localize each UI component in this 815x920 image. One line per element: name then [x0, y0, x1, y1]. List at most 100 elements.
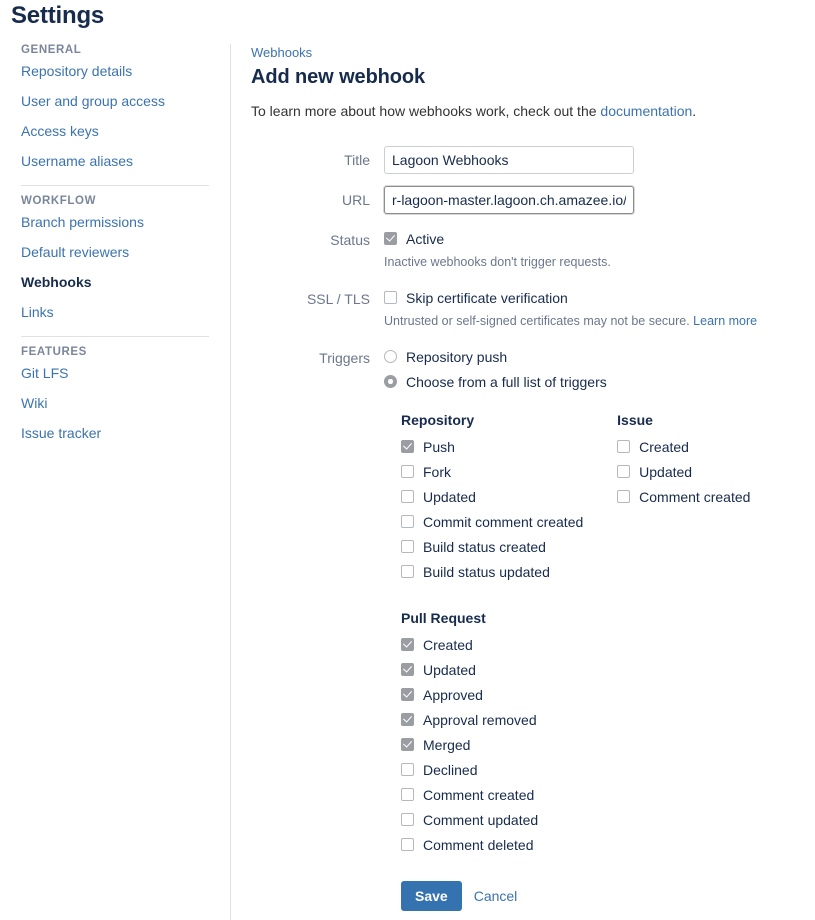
sidebar-item-repository-details[interactable]: Repository details — [0, 56, 230, 86]
webhook-form: Title URL Status Active Inactive webhook… — [251, 146, 811, 911]
repository-trigger-checkbox-fork[interactable] — [401, 465, 414, 478]
trigger-radio-row-repository-push[interactable]: Repository push — [384, 344, 811, 369]
ssl-label: SSL / TLS — [251, 285, 384, 313]
triggers-radio-group: Repository push Choose from a full list o… — [384, 344, 811, 394]
sidebar-group-heading: GENERAL — [0, 44, 230, 56]
ssl-helper-body: Untrusted or self-signed certificates ma… — [384, 314, 693, 328]
repository-trigger-row-build-status-updated[interactable]: Build status updated — [401, 559, 617, 584]
repository-trigger-row-updated[interactable]: Updated — [401, 484, 617, 509]
pull-request-trigger-row-declined[interactable]: Declined — [401, 757, 617, 782]
sidebar-item-webhooks[interactable]: Webhooks — [0, 267, 230, 297]
title-label: Title — [251, 146, 384, 174]
sidebar-item-issue-tracker[interactable]: Issue tracker — [0, 418, 230, 448]
repository-trigger-label-updated[interactable]: Updated — [423, 489, 476, 505]
pull-request-trigger-row-comment-created[interactable]: Comment created — [401, 782, 617, 807]
pull-request-trigger-checkbox-created[interactable] — [401, 638, 414, 651]
pull-request-trigger-label-merged[interactable]: Merged — [423, 737, 470, 753]
repository-trigger-checkbox-push[interactable] — [401, 440, 414, 453]
issue-trigger-label-created[interactable]: Created — [639, 439, 689, 455]
repository-trigger-row-commit-comment-created[interactable]: Commit comment created — [401, 509, 617, 534]
ssl-skip-checkbox[interactable] — [384, 291, 397, 304]
documentation-link[interactable]: documentation — [600, 103, 692, 119]
page-title: Settings — [11, 2, 104, 30]
repository-trigger-label-commit-comment-created[interactable]: Commit comment created — [423, 514, 583, 530]
pull-request-trigger-checkbox-comment-created[interactable] — [401, 788, 414, 801]
pull-request-trigger-label-approved[interactable]: Approved — [423, 687, 483, 703]
sidebar-item-user-and-group-access[interactable]: User and group access — [0, 86, 230, 116]
pull-request-trigger-label-created[interactable]: Created — [423, 637, 473, 653]
issue-trigger-row-updated[interactable]: Updated — [617, 459, 811, 484]
pull-request-trigger-row-merged[interactable]: Merged — [401, 732, 617, 757]
sidebar-item-wiki[interactable]: Wiki — [0, 388, 230, 418]
trigger-radio-choose-from-a-full-list-of-triggers[interactable] — [384, 375, 397, 388]
issue-trigger-row-created[interactable]: Created — [617, 434, 811, 459]
pull-request-trigger-label-comment-deleted[interactable]: Comment deleted — [423, 837, 534, 853]
sidebar-item-branch-permissions[interactable]: Branch permissions — [0, 207, 230, 237]
repository-trigger-label-fork[interactable]: Fork — [423, 464, 451, 480]
repository-trigger-row-push[interactable]: Push — [401, 434, 617, 459]
repository-trigger-row-build-status-created[interactable]: Build status created — [401, 534, 617, 559]
pull-request-trigger-checkbox-approval-removed[interactable] — [401, 713, 414, 726]
sidebar-divider — [21, 336, 209, 337]
repository-trigger-label-push[interactable]: Push — [423, 439, 455, 455]
issue-trigger-checkbox-comment-created[interactable] — [617, 490, 630, 503]
pull-request-trigger-row-created[interactable]: Created — [401, 632, 617, 657]
save-button[interactable]: Save — [401, 881, 462, 911]
pull-request-trigger-checkbox-approved[interactable] — [401, 688, 414, 701]
status-active-label[interactable]: Active — [406, 231, 444, 247]
trigger-radio-label-repository-push[interactable]: Repository push — [406, 349, 507, 365]
url-label: URL — [251, 186, 384, 214]
url-input[interactable] — [384, 186, 634, 214]
status-active-checkbox[interactable] — [384, 232, 397, 245]
pull-request-trigger-group: Pull Request Created Updated Approved Appro… — [401, 610, 617, 857]
issue-trigger-row-comment-created[interactable]: Comment created — [617, 484, 811, 509]
sidebar-item-access-keys[interactable]: Access keys — [0, 116, 230, 146]
form-actions: Save Cancel — [401, 881, 811, 911]
cancel-button[interactable]: Cancel — [474, 888, 518, 904]
pull-request-trigger-row-updated[interactable]: Updated — [401, 657, 617, 682]
pull-request-trigger-checkbox-updated[interactable] — [401, 663, 414, 676]
pull-request-trigger-row-comment-deleted[interactable]: Comment deleted — [401, 832, 617, 857]
pull-request-group-title: Pull Request — [401, 610, 617, 626]
sidebar-item-username-aliases[interactable]: Username aliases — [0, 146, 230, 176]
issue-trigger-checkbox-created[interactable] — [617, 440, 630, 453]
sidebar-item-links[interactable]: Links — [0, 297, 230, 327]
title-input[interactable] — [384, 146, 634, 174]
pull-request-trigger-label-comment-updated[interactable]: Comment updated — [423, 812, 538, 828]
sidebar-group-heading: WORKFLOW — [0, 195, 230, 207]
pull-request-trigger-checkbox-declined[interactable] — [401, 763, 414, 776]
trigger-checkbox-area: Repository PushForkUpdatedCommit comment… — [401, 412, 811, 857]
pull-request-trigger-label-comment-created[interactable]: Comment created — [423, 787, 534, 803]
trigger-radio-repository-push[interactable] — [384, 350, 397, 363]
repository-trigger-label-build-status-created[interactable]: Build status created — [423, 539, 546, 555]
repository-trigger-checkbox-build-status-updated[interactable] — [401, 565, 414, 578]
pull-request-trigger-checkbox-comment-updated[interactable] — [401, 813, 414, 826]
repository-trigger-label-build-status-updated[interactable]: Build status updated — [423, 564, 550, 580]
repository-trigger-checkbox-build-status-created[interactable] — [401, 540, 414, 553]
sidebar-item-git-lfs[interactable]: Git LFS — [0, 358, 230, 388]
pull-request-trigger-row-comment-updated[interactable]: Comment updated — [401, 807, 617, 832]
form-row-title: Title — [251, 146, 811, 174]
trigger-radio-label-choose-from-a-full-list-of-triggers[interactable]: Choose from a full list of triggers — [406, 374, 607, 390]
pull-request-trigger-label-approval-removed[interactable]: Approval removed — [423, 712, 537, 728]
pull-request-trigger-checkbox-comment-deleted[interactable] — [401, 838, 414, 851]
pull-request-trigger-row-approved[interactable]: Approved — [401, 682, 617, 707]
pull-request-trigger-row-approval-removed[interactable]: Approval removed — [401, 707, 617, 732]
repository-trigger-row-fork[interactable]: Fork — [401, 459, 617, 484]
issue-trigger-label-updated[interactable]: Updated — [639, 464, 692, 480]
pull-request-trigger-checkbox-merged[interactable] — [401, 738, 414, 751]
breadcrumb[interactable]: Webhooks — [251, 44, 811, 62]
sidebar-item-default-reviewers[interactable]: Default reviewers — [0, 237, 230, 267]
pull-request-trigger-label-updated[interactable]: Updated — [423, 662, 476, 678]
repository-trigger-checkbox-commit-comment-created[interactable] — [401, 515, 414, 528]
issue-trigger-label-comment-created[interactable]: Comment created — [639, 489, 750, 505]
form-row-status: Status Active Inactive webhooks don't tr… — [251, 226, 811, 273]
issue-trigger-checkbox-updated[interactable] — [617, 465, 630, 478]
pull-request-trigger-label-declined[interactable]: Declined — [423, 762, 477, 778]
status-active-row[interactable]: Active — [384, 226, 811, 251]
ssl-skip-row[interactable]: Skip certificate verification — [384, 285, 811, 310]
ssl-learn-more-link[interactable]: Learn more — [693, 314, 757, 328]
ssl-skip-label[interactable]: Skip certificate verification — [406, 290, 568, 306]
trigger-radio-row-choose-from-a-full-list-of-triggers[interactable]: Choose from a full list of triggers — [384, 369, 811, 394]
repository-trigger-checkbox-updated[interactable] — [401, 490, 414, 503]
